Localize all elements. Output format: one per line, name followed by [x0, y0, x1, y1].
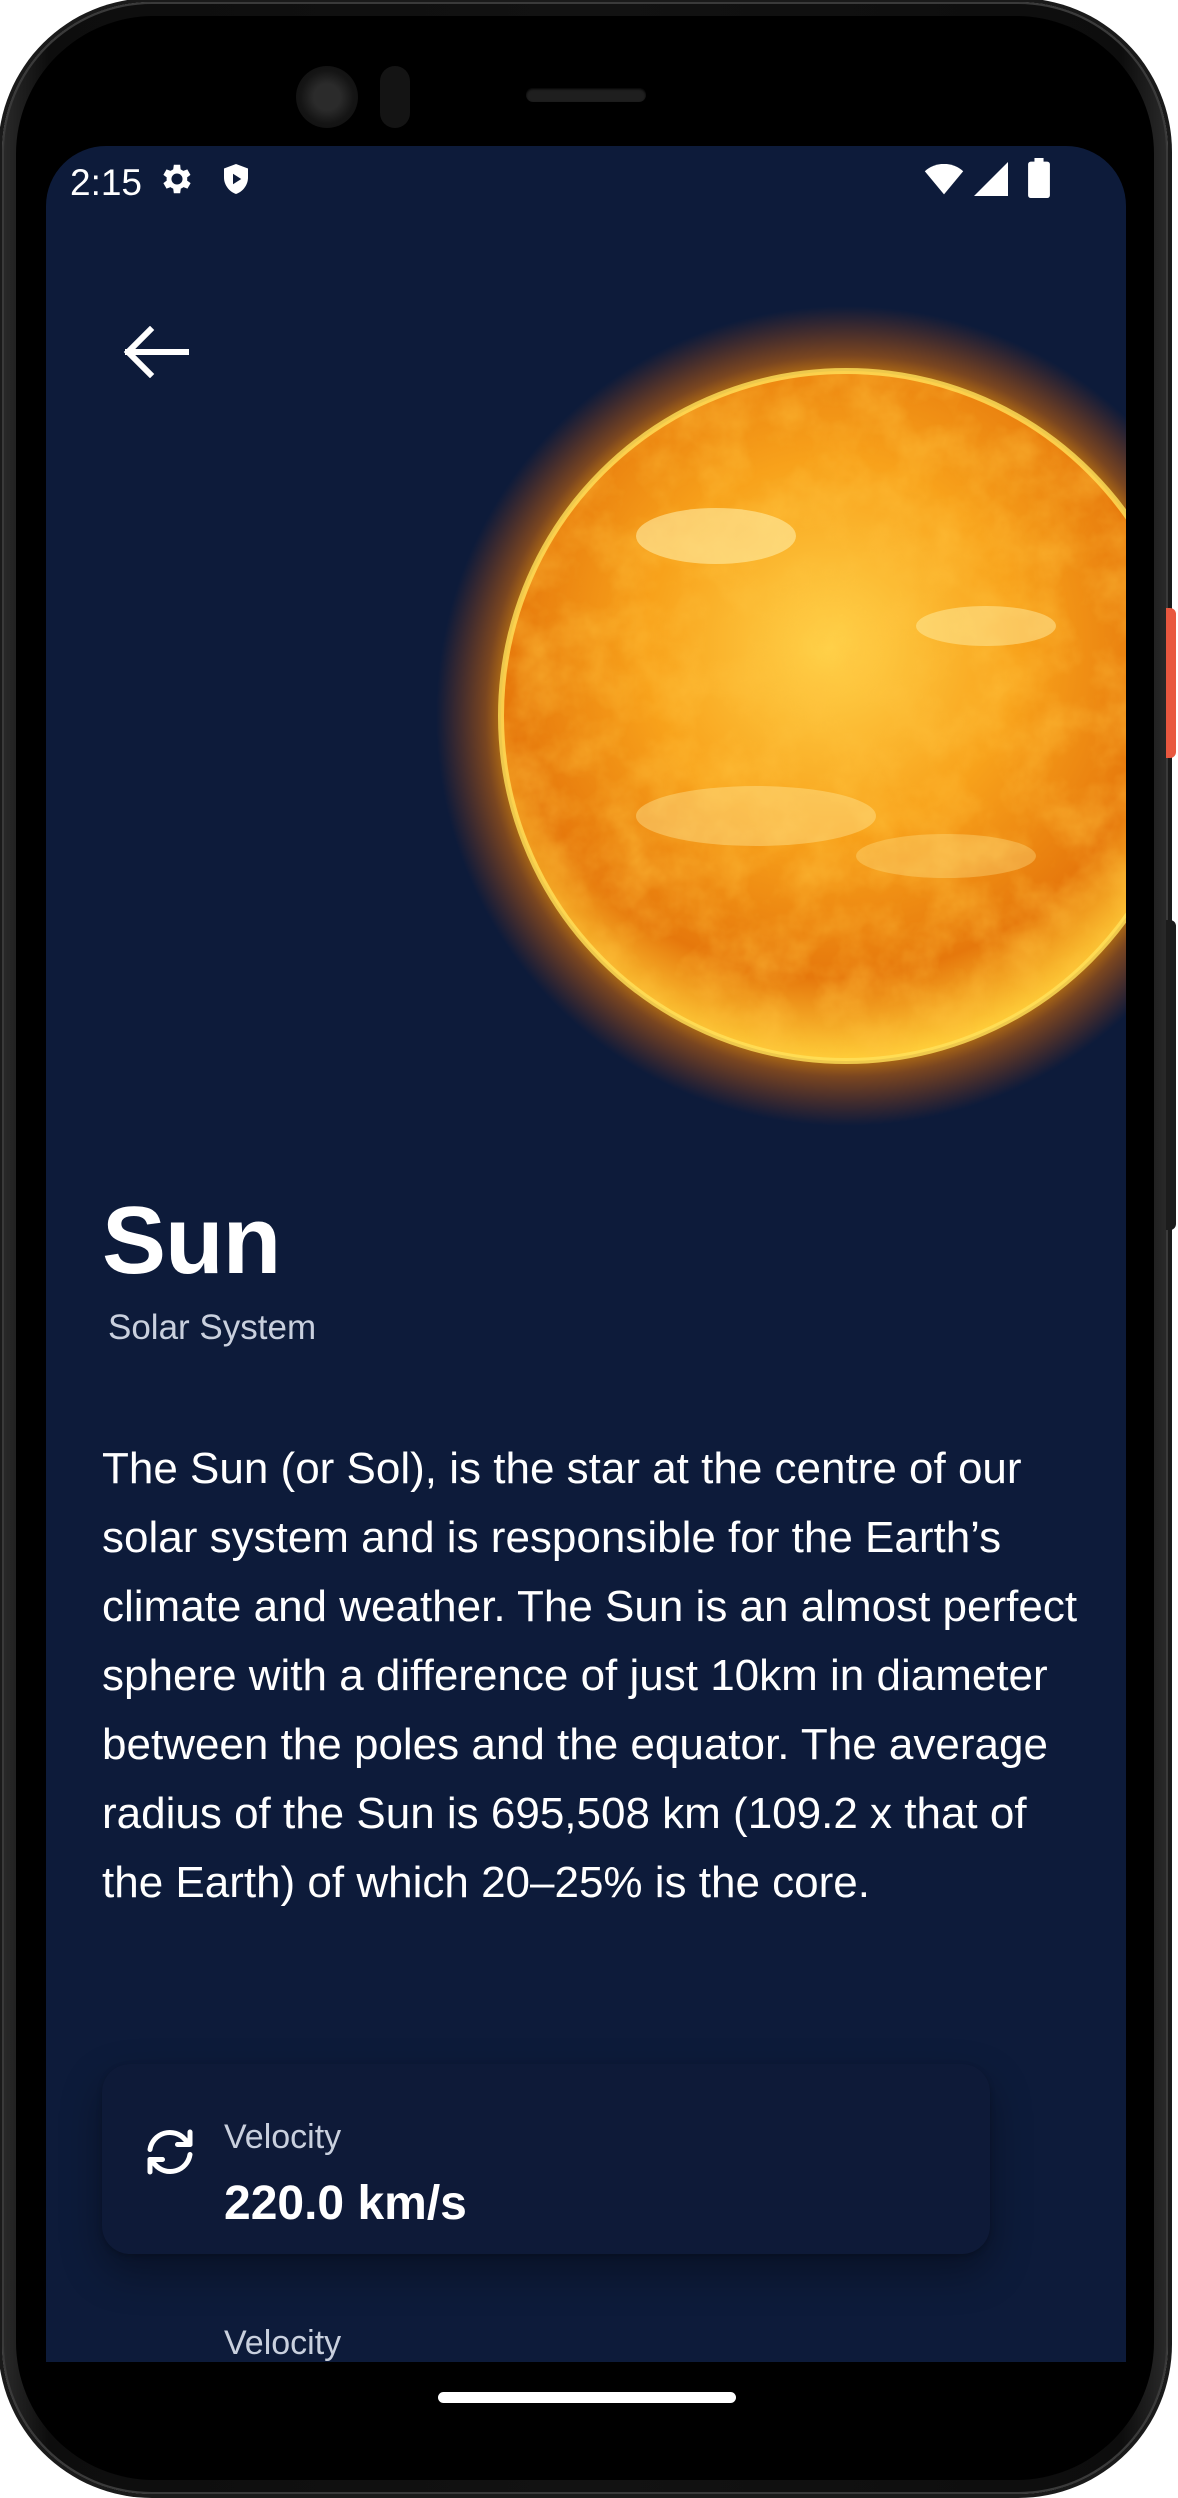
- stat-label: Velocity: [224, 2118, 342, 2156]
- front-camera: [296, 66, 358, 128]
- volume-button: [1166, 920, 1176, 1230]
- stat-value: 220.0 km/s: [224, 2177, 467, 2230]
- cell-signal-icon: [974, 162, 1008, 201]
- battery-icon: [1028, 158, 1050, 203]
- planet-title: Sun: [102, 1187, 281, 1294]
- velocity-stat-card: Velocity: [102, 2268, 990, 2362]
- refresh-icon: [140, 2122, 200, 2182]
- app-screen: 2:15 Sun Solar System The Sun (or Sol), …: [46, 146, 1126, 2362]
- settings-gear-icon: [158, 160, 196, 203]
- planet-description: The Sun (or Sol), is the star at the cen…: [102, 1444, 1078, 1907]
- stat-label: Velocity: [224, 2324, 342, 2362]
- back-button[interactable]: [106, 306, 202, 402]
- status-bar: 2:15: [46, 146, 1126, 210]
- wifi-icon: [924, 163, 964, 201]
- arrow-left-icon: [118, 325, 190, 383]
- shield-icon: [218, 160, 254, 203]
- earpiece-speaker: [526, 88, 646, 102]
- proximity-sensor: [380, 66, 410, 128]
- power-button: [1166, 608, 1176, 758]
- planet-subtitle: Solar System: [108, 1308, 317, 1347]
- velocity-stat-card: Velocity 220.0 km/s: [102, 2064, 990, 2254]
- sun-image: [426, 296, 1126, 1136]
- home-indicator[interactable]: [438, 2392, 736, 2403]
- status-time: 2:15: [70, 162, 143, 203]
